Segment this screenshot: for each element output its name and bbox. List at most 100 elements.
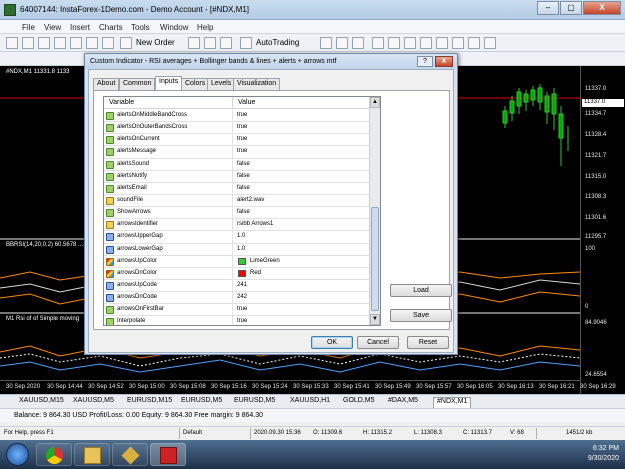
grid-row[interactable]: alertsOnMiddleBandCross true xyxy=(104,110,370,123)
param-value[interactable]: false xyxy=(237,209,250,215)
grid-row[interactable]: arrowsUpperGap 1.0 xyxy=(104,231,370,244)
grid-row[interactable]: alertsMessage true xyxy=(104,146,370,159)
minimize-button[interactable]: – xyxy=(537,1,559,15)
autoscroll-icon[interactable] xyxy=(420,37,432,49)
tab-about[interactable]: About xyxy=(93,78,120,90)
param-value[interactable]: true xyxy=(237,148,247,154)
data-window-icon[interactable] xyxy=(54,37,66,49)
reset-button[interactable]: Reset xyxy=(407,336,449,349)
menu-window[interactable]: Window xyxy=(160,23,188,32)
menu-charts[interactable]: Charts xyxy=(99,23,123,32)
grid-row[interactable]: arrowsUpColor LimeGreen xyxy=(104,255,370,268)
menu-insert[interactable]: Insert xyxy=(70,23,90,32)
grid-row[interactable]: Interpolate true xyxy=(104,316,370,325)
autotrading-button[interactable]: AutoTrading xyxy=(256,38,299,47)
navigator-icon[interactable] xyxy=(70,37,82,49)
param-value[interactable]: true xyxy=(237,318,247,324)
param-value[interactable]: false xyxy=(237,161,250,167)
ok-button[interactable]: OK xyxy=(311,336,353,349)
tab-levels[interactable]: Levels xyxy=(207,78,236,90)
profiles-icon[interactable] xyxy=(22,37,34,49)
grid-row[interactable]: arrowsUpCode 241 xyxy=(104,279,370,293)
param-value[interactable]: 1.0 xyxy=(237,233,245,239)
candlestick-icon[interactable] xyxy=(336,37,348,49)
menu-tools[interactable]: Tools xyxy=(131,23,150,32)
metaeditor-icon[interactable] xyxy=(188,37,200,49)
menu-help[interactable]: Help xyxy=(197,23,213,32)
close-button[interactable]: X xyxy=(583,1,621,15)
tab-visualization[interactable]: Visualization xyxy=(233,78,281,90)
new-chart-icon[interactable] xyxy=(6,37,18,49)
col-header-value[interactable]: Value xyxy=(238,99,255,106)
chart-tab[interactable]: XAUUSD,M5 xyxy=(70,397,117,408)
new-order-button[interactable]: New Order xyxy=(136,38,175,47)
chart-tab[interactable]: XAUUSD,H1 xyxy=(287,397,333,408)
scroll-down-arrow-icon[interactable]: ▼ xyxy=(370,314,380,325)
taskbar-chrome[interactable] xyxy=(36,443,72,466)
param-value[interactable]: false xyxy=(237,173,250,179)
expert-icon[interactable] xyxy=(220,37,232,49)
grid-row[interactable]: alertsOnCurrent true xyxy=(104,134,370,147)
param-value[interactable]: alert2.wav xyxy=(237,197,264,203)
grid-row[interactable]: ShowArrows false xyxy=(104,207,370,220)
zoom-in-icon[interactable] xyxy=(372,37,384,49)
col-header-variable[interactable]: Variable xyxy=(109,99,134,106)
save-button[interactable]: Save xyxy=(390,309,452,322)
market-watch-icon[interactable] xyxy=(38,37,50,49)
tile-windows-icon[interactable] xyxy=(404,37,416,49)
maximize-button[interactable]: ▢ xyxy=(560,1,582,15)
menu-view[interactable]: View xyxy=(44,23,61,32)
tab-colors[interactable]: Colors xyxy=(181,78,210,90)
tester-icon[interactable] xyxy=(102,37,114,49)
grid-row[interactable]: soundFile alert2.wav xyxy=(104,194,370,208)
dialog-help-button[interactable]: ? xyxy=(417,56,433,67)
taskbar-terminal[interactable] xyxy=(150,443,186,466)
grid-row[interactable]: alertsOnOuterBandsCross true xyxy=(104,122,370,135)
grid-row[interactable]: arrowsIdentifier rsibb Arrows1 xyxy=(104,219,370,232)
terminal-icon[interactable] xyxy=(86,37,98,49)
param-value[interactable]: 241 xyxy=(237,282,247,288)
grid-scrollbar[interactable]: ▲ ▼ xyxy=(369,97,380,325)
grid-row[interactable]: alertsSound false xyxy=(104,158,370,171)
grid-row[interactable]: alertsNotify false xyxy=(104,170,370,183)
autotrading-icon[interactable] xyxy=(240,37,252,49)
chart-tab[interactable]: EURUSD,M5 xyxy=(178,397,225,408)
cancel-button[interactable]: Cancel xyxy=(357,336,399,349)
grid-row[interactable]: arrowsDnCode 242 xyxy=(104,292,370,305)
status-profile[interactable]: Default xyxy=(183,430,202,436)
scroll-thumb[interactable] xyxy=(371,207,379,311)
param-value[interactable]: true xyxy=(237,306,247,312)
param-value[interactable]: 242 xyxy=(237,294,247,300)
chart-tab[interactable]: #DAX,M5 xyxy=(385,397,421,408)
tab-inputs[interactable]: Inputs xyxy=(155,76,183,90)
scroll-up-arrow-icon[interactable]: ▲ xyxy=(370,97,380,108)
param-value[interactable]: Red xyxy=(250,270,261,276)
indicators-icon[interactable] xyxy=(452,37,464,49)
param-value[interactable]: 1.0 xyxy=(237,246,245,252)
dialog-close-button[interactable]: X xyxy=(435,56,453,67)
param-value[interactable]: false xyxy=(237,185,250,191)
chart-tab[interactable]: EURUSD,M5 xyxy=(231,397,278,408)
menu-file[interactable]: File xyxy=(22,23,35,32)
bar-chart-icon[interactable] xyxy=(320,37,332,49)
line-chart-icon[interactable] xyxy=(352,37,364,49)
chart-shift-icon[interactable] xyxy=(436,37,448,49)
time-axis[interactable]: 30 Sep 2020 30 Sep 14:44 30 Sep 14:52 30… xyxy=(0,380,616,394)
param-value[interactable]: true xyxy=(237,112,247,118)
param-value[interactable]: LimeGreen xyxy=(250,258,280,264)
param-value[interactable]: rsibb Arrows1 xyxy=(237,221,273,227)
taskbar-explorer[interactable] xyxy=(74,443,110,466)
options-icon[interactable] xyxy=(204,37,216,49)
periods-icon[interactable] xyxy=(468,37,480,49)
inputs-grid[interactable]: Variable Value alertsOnMiddleBandCross tr… xyxy=(103,96,381,326)
zoom-out-icon[interactable] xyxy=(388,37,400,49)
param-value[interactable]: true xyxy=(237,136,247,142)
chart-tab[interactable]: EURUSD,M15 xyxy=(124,397,175,408)
chart-tab[interactable]: XAUUSD,M15 xyxy=(16,397,67,408)
price-axis[interactable]: 11337.0 11337.0 11334.7 11328.4 11321.7 … xyxy=(580,66,625,394)
grid-row[interactable]: arrowsLowerGap 1.0 xyxy=(104,243,370,256)
templates-icon[interactable] xyxy=(484,37,496,49)
load-button[interactable]: Load xyxy=(390,284,452,297)
grid-row[interactable]: arrowsOnFirstBar true xyxy=(104,304,370,317)
grid-row[interactable]: alertsEmail false xyxy=(104,182,370,195)
